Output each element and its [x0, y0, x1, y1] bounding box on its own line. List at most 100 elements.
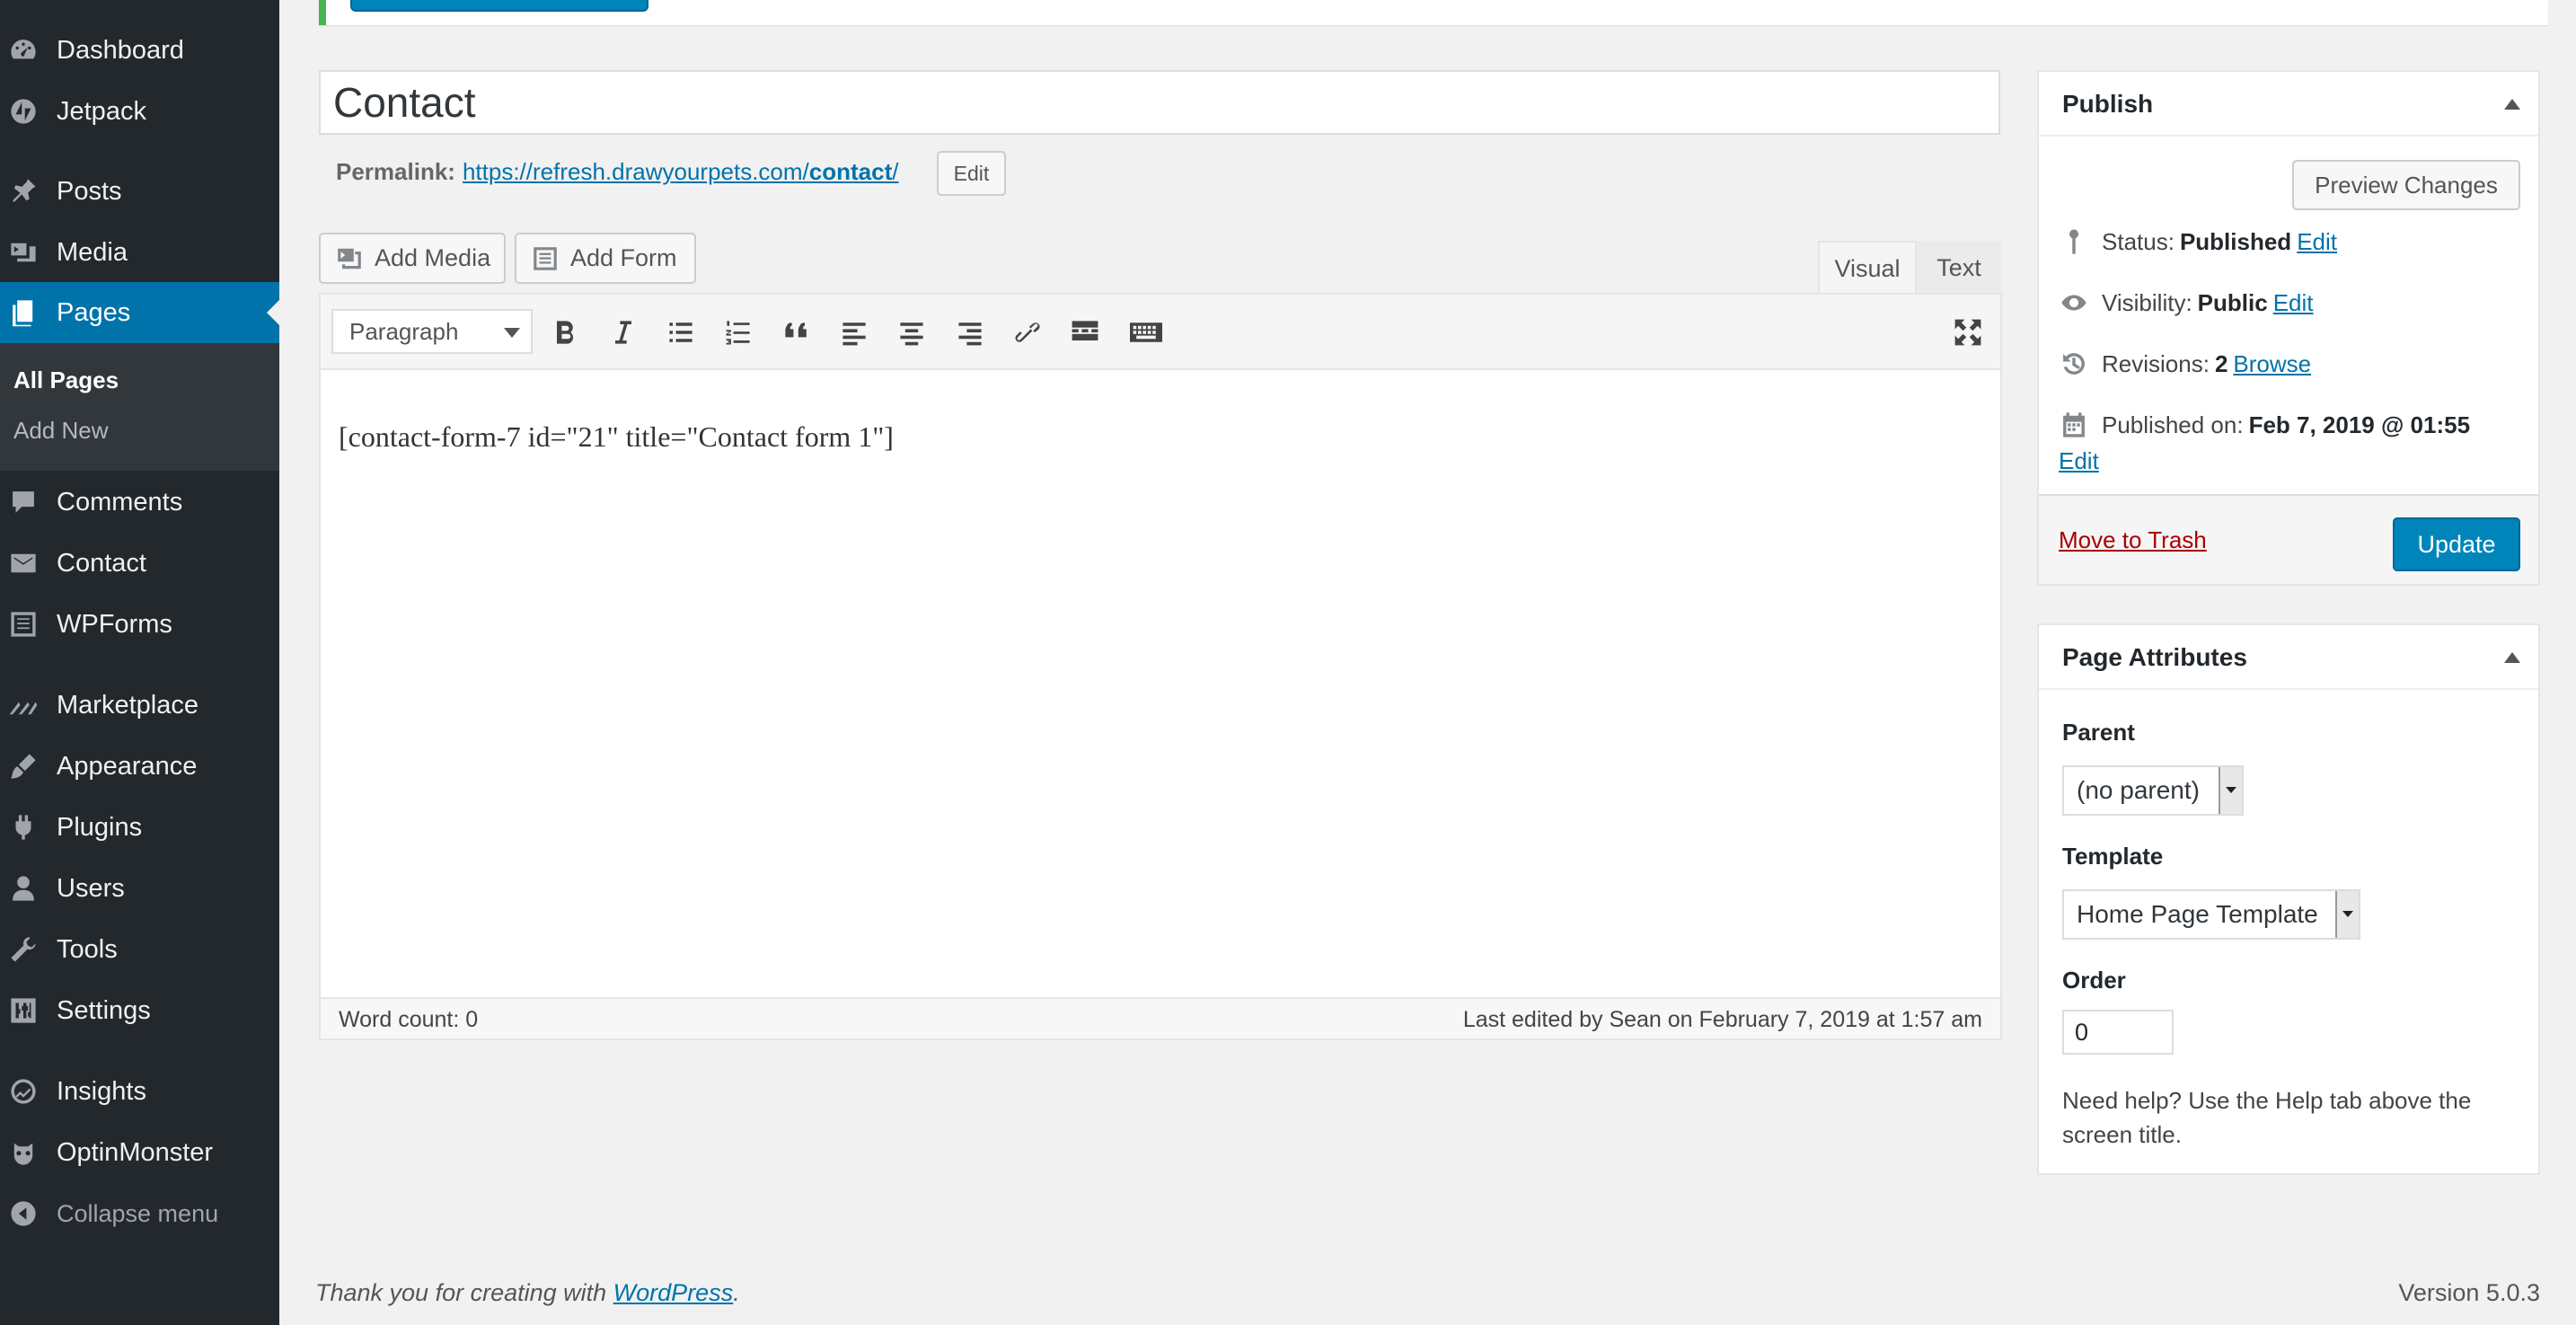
content-editor: Paragraph [contact-form-7 id="21" title=…	[319, 293, 2002, 1040]
menu-label: Marketplace	[57, 690, 198, 720]
user-icon	[7, 872, 40, 905]
order-input[interactable]: 0	[2062, 1010, 2174, 1055]
menu-label: Appearance	[57, 751, 198, 781]
menu-item-settings[interactable]: Settings	[0, 980, 279, 1041]
footer-thanks-prefix: Thank you for creating with	[315, 1279, 613, 1306]
insights-icon	[7, 1075, 40, 1108]
menu-item-insights[interactable]: Insights	[0, 1061, 279, 1122]
numbered-list-button[interactable]	[720, 314, 756, 350]
menu-item-users[interactable]: Users	[0, 858, 279, 919]
menu-label: Plugins	[57, 812, 143, 842]
collapse-icon	[7, 1197, 40, 1230]
italic-button[interactable]	[605, 314, 641, 350]
add-media-button[interactable]: Add Media	[319, 233, 506, 284]
page-attributes-header[interactable]: Page Attributes	[2039, 625, 2538, 690]
page-attributes-title: Page Attributes	[2062, 643, 2247, 671]
title-input[interactable]: Contact	[319, 70, 2000, 135]
move-to-trash-link[interactable]: Move to Trash	[2059, 526, 2207, 554]
chevron-down-icon	[2335, 891, 2359, 938]
menu-item-wpforms[interactable]: WPForms	[0, 594, 279, 655]
bulleted-list-icon	[669, 322, 693, 342]
pages-submenu: All Pages Add New	[0, 343, 279, 471]
published-edit-link[interactable]: Edit	[2059, 447, 2099, 475]
menu-item-tools[interactable]: Tools	[0, 919, 279, 980]
permalink-edit-button[interactable]: Edit	[937, 151, 1006, 196]
parent-select[interactable]: (no parent)	[2062, 765, 2244, 816]
history-icon	[2063, 353, 2085, 375]
mail-icon	[7, 547, 40, 579]
collapse-arrow-icon[interactable]	[2504, 652, 2520, 663]
align-center-button[interactable]	[894, 314, 930, 350]
menu-item-media[interactable]: Media	[0, 222, 279, 283]
media-icon	[7, 236, 40, 269]
permalink: Permalink: https://refresh.drawyourpets.…	[336, 158, 898, 186]
tab-visual[interactable]: Visual	[1818, 241, 1917, 295]
template-select[interactable]: Home Page Template	[2062, 889, 2360, 940]
menu-item-plugins[interactable]: Plugins	[0, 797, 279, 858]
page-attributes-box: Page Attributes Parent (no parent) Templ…	[2037, 623, 2540, 1175]
editor-status-bar: Word count: 0 Last edited by Sean on Feb…	[321, 997, 2000, 1038]
submenu-add-new[interactable]: Add New	[13, 417, 109, 445]
optinmonster-icon	[7, 1136, 40, 1169]
menu-label: Settings	[57, 995, 151, 1025]
align-right-button[interactable]	[952, 314, 988, 350]
blockquote-button[interactable]	[779, 314, 815, 350]
template-label: Template	[2062, 843, 2164, 870]
menu-item-contact[interactable]: Contact	[0, 533, 279, 594]
insert-link-button[interactable]	[1010, 314, 1045, 350]
visibility-edit-link[interactable]: Edit	[2273, 289, 2314, 317]
align-left-button[interactable]	[836, 314, 872, 350]
menu-label: OptinMonster	[57, 1137, 214, 1167]
read-more-button[interactable]	[1067, 314, 1103, 350]
menu-item-marketplace[interactable]: Marketplace	[0, 675, 279, 736]
menu-label: WPForms	[57, 609, 172, 639]
collapse-arrow-icon[interactable]	[2504, 99, 2520, 110]
submenu-all-pages[interactable]: All Pages	[13, 367, 119, 394]
menu-item-dashboard[interactable]: Dashboard	[0, 20, 279, 81]
form-icon	[7, 608, 40, 640]
wordpress-link[interactable]: WordPress	[613, 1279, 734, 1306]
status-edit-link[interactable]: Edit	[2297, 228, 2337, 256]
menu-label: Jetpack	[57, 96, 146, 126]
last-edited: Last edited by Sean on February 7, 2019 …	[1462, 1007, 1982, 1032]
add-media-label: Add Media	[375, 244, 491, 271]
chevron-down-icon	[2219, 767, 2242, 814]
editor-content[interactable]: [contact-form-7 id="21" title="Contact f…	[339, 420, 894, 454]
publish-box: Publish Preview Changes Status: Publishe…	[2037, 70, 2540, 586]
menu-label: Collapse menu	[57, 1199, 219, 1227]
format-select[interactable]: Paragraph	[331, 309, 533, 354]
preview-changes-button[interactable]: Preview Changes	[2292, 160, 2520, 210]
menu-item-appearance[interactable]: Appearance	[0, 736, 279, 797]
publish-header[interactable]: Publish	[2039, 72, 2538, 137]
menu-item-jetpack[interactable]: Jetpack	[0, 81, 279, 142]
menu-item-comments[interactable]: Comments	[0, 472, 279, 533]
revisions-browse-link[interactable]: Browse	[2233, 350, 2311, 378]
visibility-label: Visibility:	[2102, 288, 2192, 316]
footer-thanks: Thank you for creating with WordPress.	[315, 1279, 740, 1307]
update-button[interactable]: Update	[2393, 517, 2520, 571]
bold-button[interactable]	[547, 314, 583, 350]
parent-label: Parent	[2062, 719, 2135, 746]
form-icon	[534, 246, 557, 270]
italic-icon	[615, 321, 631, 344]
published-label: Published on:	[2102, 411, 2244, 438]
fullscreen-button[interactable]	[1950, 314, 1986, 350]
permalink-url[interactable]: https://refresh.drawyourpets.com/contact…	[463, 158, 899, 186]
menu-label: Contact	[57, 548, 146, 578]
tab-text[interactable]: Text	[1917, 241, 2001, 295]
admin-sidebar: Dashboard Jetpack Posts Media Pages All …	[0, 0, 279, 1325]
menu-item-optinmonster[interactable]: OptinMonster	[0, 1122, 279, 1183]
menu-item-posts[interactable]: Posts	[0, 161, 279, 222]
align-left-icon	[842, 322, 866, 346]
published-on-row: Published on: Feb 7, 2019 @ 01:55	[2059, 410, 2475, 440]
toolbar-toggle-button[interactable]	[1125, 314, 1167, 350]
bulleted-list-button[interactable]	[663, 314, 699, 350]
collapse-menu-button[interactable]: Collapse menu	[0, 1183, 279, 1244]
notice-button[interactable]	[350, 0, 648, 12]
order-label: Order	[2062, 967, 2126, 994]
numbered-list-icon	[726, 321, 750, 345]
visibility-row: Visibility: Public Edit	[2059, 287, 2314, 318]
menu-item-pages[interactable]: Pages	[0, 282, 279, 343]
pin-icon	[2069, 229, 2078, 254]
add-form-button[interactable]: Add Form	[515, 233, 696, 284]
